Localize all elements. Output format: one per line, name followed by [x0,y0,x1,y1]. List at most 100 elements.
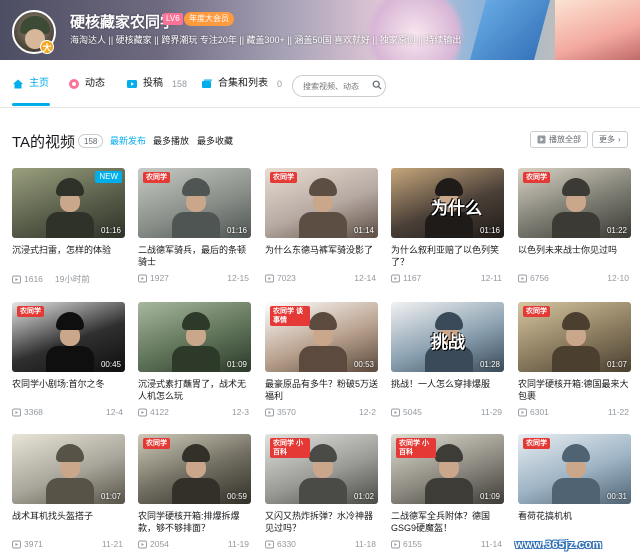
play-count-icon [518,274,527,282]
video-meta: 7023 12-14 [265,273,378,283]
video-title[interactable]: 农同学硬核开箱:德国最来大包裹 [518,378,631,402]
username[interactable]: 硬核藏家农同学 [70,11,175,32]
thumbnail-overlay-tag: 农同学 [270,172,297,183]
play-count-icon [12,275,21,283]
play-all-button[interactable]: 播放全部 [530,131,588,148]
video-thumbnail[interactable]: 为什么 01:16 [391,168,504,238]
more-button[interactable]: 更多 › [592,131,628,148]
video-thumbnail[interactable]: 01:07 [12,434,125,504]
video-meta: 6330 11-18 [265,539,378,549]
tab-collection-count: 0 [277,79,283,89]
thumbnail-figure-helmet [56,444,84,462]
video-thumbnail[interactable]: 农同学 谈事情 00:53 [265,302,378,372]
search-icon[interactable] [372,80,382,90]
sort-most-play[interactable]: 最多播放 [153,134,189,147]
chevron-right-icon: › [618,135,621,144]
thumbnail-figure-helmet [182,178,210,196]
video-thumbnail[interactable]: 农同学 01:16 [138,168,251,238]
video-thumbnail[interactable]: 农同学 01:14 [265,168,378,238]
video-card[interactable]: 农同学 00:31 看荷花搞机机 [518,434,631,534]
sort-most-fav[interactable]: 最多收藏 [197,134,233,147]
thumbnail-figure-helmet [562,178,590,196]
video-card[interactable]: 农同学 00:59 农同学硬核开箱:排爆拆爆款，够不够排面？ 2054 11-19 [138,434,251,549]
thumbnail-figure-helmet [309,444,337,462]
video-title[interactable]: 最豪原品有多牛？粉破5万送福利 [265,378,378,402]
video-duration: 01:14 [353,226,374,235]
video-title[interactable]: 农同学小剧场:首尔之冬 [12,378,125,402]
sort-latest[interactable]: 最新发布 [110,134,146,147]
video-title[interactable]: 又闪又热炸拆弹？水冷神器见过吗？ [265,510,378,534]
video-thumbnail[interactable]: 农同学 小百科 01:02 [265,434,378,504]
avatar-badge: 大 [40,40,54,54]
video-card[interactable]: 01:07 战术耳机找头盔搭子 3971 11-21 [12,434,125,549]
video-thumbnail[interactable]: 挑战 01:28 [391,302,504,372]
video-thumbnail[interactable]: 01:09 [138,302,251,372]
thumbnail-figure-helmet [182,312,210,330]
video-title[interactable]: 沉浸式扫雷，怎样的体验 [12,244,125,268]
video-title[interactable]: 二战德军全兵附体？德国GSG9硬魔盔！ [391,510,504,534]
video-card[interactable]: 挑战 01:28 挑战！一人怎么穿排爆服 5045 11-29 [391,302,504,417]
tab-submit[interactable]: 投稿 158 [126,60,187,108]
video-card[interactable]: 为什么 01:16 为什么叙利亚赔了以色列笑了？ 1167 12-11 [391,168,504,283]
video-thumbnail[interactable]: NEW 01:16 [12,168,125,238]
watermark: www.365jz.com [515,539,603,551]
video-thumbnail[interactable]: 农同学 小百科 01:09 [391,434,504,504]
level-badge: LV6 [163,13,183,25]
video-meta: 3368 12-4 [12,407,125,417]
thumbnail-figure-helmet [182,444,210,462]
thumbnail-figure-body [172,212,220,238]
video-title[interactable]: 沉浸式素打蘸胃了，战术无人机怎么玩 [138,378,251,402]
tab-home[interactable]: 主页 [12,60,49,108]
play-count-icon [138,408,147,416]
video-card[interactable]: NEW 01:16 沉浸式扫雷，怎样的体验 1616 19小时前 [12,168,125,285]
play-count-icon [391,408,400,416]
video-card[interactable]: 农同学 小百科 01:09 二战德军全兵附体？德国GSG9硬魔盔！ 6155 11-14 [391,434,504,549]
video-card[interactable]: 农同学 01:14 为什么东德马裤军骑没影了 7023 12-14 [265,168,378,283]
tab-collection[interactable]: 合集和列表 0 [201,60,282,108]
thumbnail-figure-helmet [56,178,84,196]
video-thumbnail[interactable]: 农同学 00:59 [138,434,251,504]
video-title[interactable]: 二战德军骑兵，最后的条顿骑士 [138,244,251,268]
play-count: 7023 [277,273,296,283]
tab-dynamic-label: 动态 [85,78,105,89]
video-thumbnail[interactable]: 农同学 01:07 [518,302,631,372]
video-card[interactable]: 农同学 01:22 以色列未来战士你见过吗 6756 12-10 [518,168,631,283]
thumbnail-overlay-tag: 挑战 [431,333,465,352]
video-card[interactable]: 农同学 00:45 农同学小剧场:首尔之冬 3368 12-4 [12,302,125,417]
video-thumbnail[interactable]: 农同学 00:45 [12,302,125,372]
vip-badge[interactable]: 年度大会员 [184,12,234,26]
video-card[interactable]: 农同学 01:16 二战德军骑兵，最后的条顿骑士 1927 12-15 [138,168,251,283]
thumbnail-figure-body [172,478,220,504]
video-thumbnail[interactable]: 农同学 00:31 [518,434,631,504]
video-card[interactable]: 农同学 小百科 01:02 又闪又热炸拆弹？水冷神器见过吗？ 6330 11-18 [265,434,378,549]
play-all-label: 播放全部 [549,135,581,144]
thumbnail-overlay-tag: 农同学 [523,172,550,183]
thumbnail-figure-body [46,212,94,238]
tab-submit-label: 投稿 [143,78,163,89]
tab-dynamic[interactable]: 动态 [68,60,105,108]
section-count: 158 [78,134,104,148]
video-title[interactable]: 为什么叙利亚赔了以色列笑了？ [391,244,504,268]
video-title[interactable]: 看荷花搞机机 [518,510,631,534]
video-title[interactable]: 战术耳机找头盔搭子 [12,510,125,534]
video-title[interactable]: 为什么东德马裤军骑没影了 [265,244,378,268]
thumbnail-figure-body [299,346,347,372]
play-count-icon [12,408,21,416]
video-meta: 3971 11-21 [12,539,125,549]
play-count-icon [138,540,147,548]
video-card[interactable]: 01:09 沉浸式素打蘸胃了，战术无人机怎么玩 4122 12-3 [138,302,251,417]
video-title[interactable]: 挑战！一人怎么穿排爆服 [391,378,504,402]
publish-date: 12-2 [358,407,376,417]
video-duration: 01:16 [226,226,247,235]
active-tab-indicator [12,103,50,106]
video-title[interactable]: 以色列未来战士你见过吗 [518,244,631,268]
video-title[interactable]: 农同学硬核开箱:排爆拆爆款，够不够排面？ [138,510,251,534]
thumbnail-figure-helmet [435,444,463,462]
video-card[interactable]: 农同学 01:07 农同学硬核开箱:德国最来大包裹 6301 11-22 [518,302,631,417]
thumbnail-overlay-tag: 农同学 [17,306,44,317]
video-thumbnail[interactable]: 农同学 01:22 [518,168,631,238]
video-card[interactable]: 农同学 谈事情 00:53 最豪原品有多牛？粉破5万送福利 3570 12-2 [265,302,378,417]
video-icon [127,80,137,88]
play-count: 3570 [277,407,296,417]
play-icon [537,135,546,144]
